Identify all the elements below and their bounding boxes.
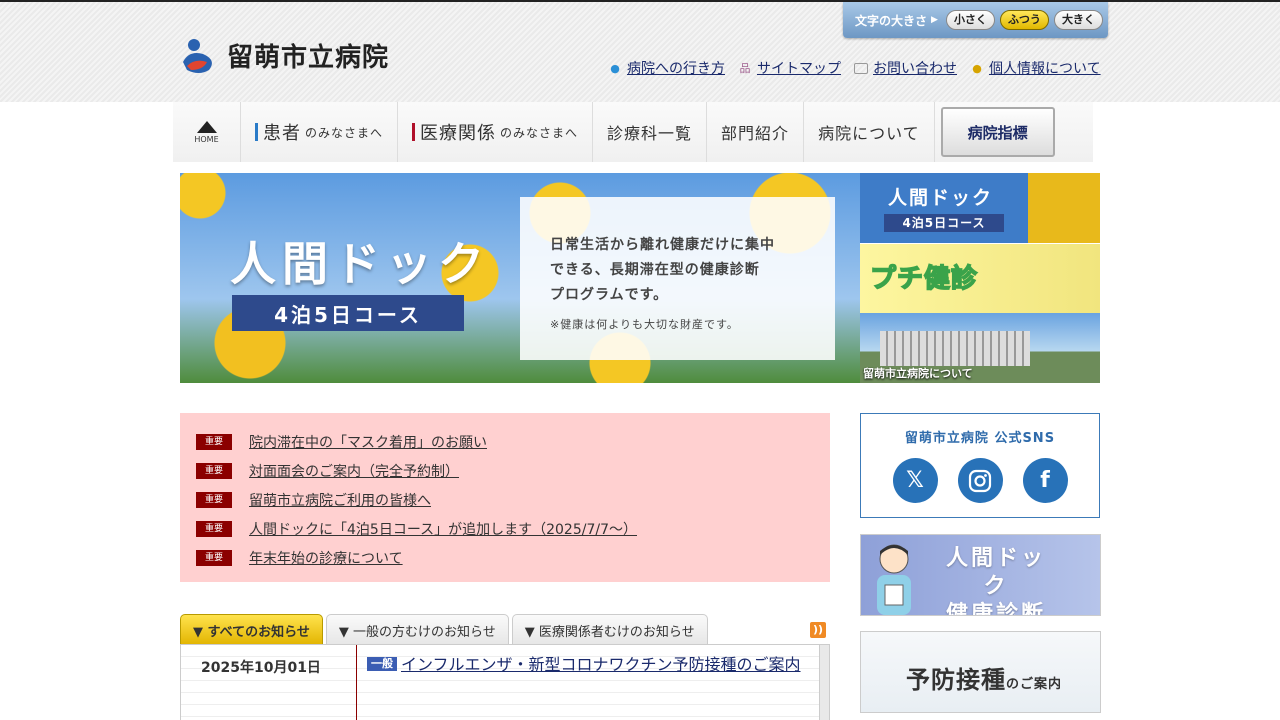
nav-medical[interactable]: 医療関係 のみなさまへ — [398, 102, 594, 162]
facebook-icon[interactable]: f — [1022, 458, 1068, 503]
promo-dock-checkup[interactable]: 人間ドック 健康診断 — [860, 534, 1101, 616]
person-icon: ● — [972, 61, 982, 75]
notice-link[interactable]: 人間ドックに「4泊5日コース」が追加します（2025/7/7～） — [249, 519, 637, 539]
site-logo[interactable]: 留萌市立病院 — [181, 35, 389, 75]
notice-item: 重要 院内滞在中の「マスク着用」のお願い — [196, 427, 830, 456]
nav-accent-bar — [412, 123, 416, 141]
font-size-label: 文字の大きさ — [855, 13, 928, 28]
mail-icon — [854, 62, 868, 74]
thumb-petit-checkup[interactable]: プチ健診 — [860, 243, 1100, 313]
triangle-right-icon: ▶ — [931, 15, 938, 25]
general-badge: 一般 — [367, 657, 397, 671]
important-badge: 重要 — [196, 549, 232, 566]
nav-patients[interactable]: 患者 のみなさまへ — [241, 102, 399, 162]
privacy-link[interactable]: ● 個人情報について — [970, 58, 1100, 78]
notice-link[interactable]: 院内滞在中の「マスク着用」のお願い — [249, 432, 487, 452]
important-badge: 重要 — [196, 520, 232, 537]
notice-link[interactable]: 留萌市立病院ご利用の皆様へ — [249, 490, 431, 510]
important-badge: 重要 — [196, 462, 232, 479]
notice-item: 重要 人間ドックに「4泊5日コース」が追加します（2025/7/7～） — [196, 514, 830, 543]
home-icon — [196, 120, 217, 133]
nav-hospital-index-button[interactable]: 病院指標 — [940, 107, 1055, 157]
hero-banner[interactable]: 人間ドック 4泊5日コース 日常生活から離れ健康だけに集中 できる、長期滞在型の… — [180, 173, 860, 383]
hero-note: ※健康は何よりも大切な財産です。 — [550, 318, 739, 331]
nav-divisions[interactable]: 部門紹介 — [707, 102, 805, 162]
notice-link[interactable]: 対面面会のご案内（完全予約制） — [249, 461, 459, 481]
tab-all-news[interactable]: ▼ すべてのお知らせ — [180, 614, 323, 645]
news-list: 2025年10月01日 一般 インフルエンザ・新型コロナワクチン予防接種のご案内 — [180, 644, 830, 720]
hero-textbox: 日常生活から離れ健康だけに集中 できる、長期滞在型の健康診断 プログラムです。 … — [520, 197, 835, 360]
news-scrollbar[interactable] — [819, 645, 829, 720]
important-badge: 重要 — [196, 491, 232, 508]
promo-vaccination[interactable]: 予防接種のご案内 — [860, 631, 1101, 713]
tab-medical-news[interactable]: ▼ 医療関係者むけのお知らせ — [511, 614, 708, 645]
hero-thumbnails: 人間ドック 4泊5日コース プチ健診 留萌市立病院について — [860, 173, 1100, 383]
nav-accent-bar — [255, 123, 258, 141]
notice-item: 重要 年末年始の診療について — [196, 543, 830, 572]
font-size-small-button[interactable]: 小さく — [945, 10, 995, 30]
news-tabs: ▼ すべてのお知らせ ▼ 一般の方むけのお知らせ ▼ 医療関係者むけのお知らせ — [180, 614, 711, 645]
news-divider — [356, 645, 357, 720]
sns-box: 留萌市立病院 公式SNS 𝕏 f — [860, 413, 1100, 518]
instagram-icon[interactable] — [957, 458, 1003, 503]
promo-vaccine-text: 予防接種のご案内 — [906, 666, 1063, 694]
contact-link[interactable]: お問い合わせ — [854, 58, 957, 78]
x-icon[interactable]: 𝕏 — [892, 458, 938, 503]
logo-mark-icon — [183, 39, 212, 73]
hero-description: 日常生活から離れ健康だけに集中 できる、長期滞在型の健康診断 プログラムです。 — [550, 237, 775, 303]
notice-link[interactable]: 年末年始の診療について — [249, 548, 403, 568]
font-size-switcher: 文字の大きさ ▶ 小さく ふつう 大きく — [843, 2, 1108, 38]
tab-general-news[interactable]: ▼ 一般の方むけのお知らせ — [325, 614, 509, 645]
news-item: 一般 インフルエンザ・新型コロナワクチン予防接種のご案内 — [367, 653, 807, 677]
nav-home[interactable]: HOME — [173, 102, 241, 162]
promo-dock-text: 人間ドック 健康診断 — [945, 546, 1046, 616]
important-notices: 重要 院内滞在中の「マスク着用」のお願い 重要 対面面会のご案内（完全予約制） … — [180, 413, 830, 582]
notice-item: 重要 対面面会のご案内（完全予約制） — [196, 456, 830, 485]
hero-course: 4泊5日コース — [232, 295, 464, 331]
sitemap-icon: 品 — [739, 62, 751, 75]
map-pin-icon: ● — [610, 61, 620, 75]
thumb-about-hospital[interactable]: 留萌市立病院について — [860, 313, 1100, 383]
nav-departments[interactable]: 診療科一覧 — [593, 102, 708, 162]
global-nav: HOME 患者 のみなさまへ 医療関係 のみなさまへ 診療科一覧 部門紹介 病院… — [173, 102, 1093, 162]
font-size-large-button[interactable]: 大きく — [1053, 10, 1103, 30]
notice-item: 重要 留萌市立病院ご利用の皆様へ — [196, 485, 830, 514]
nurse-illustration-icon — [877, 544, 911, 615]
nav-about[interactable]: 病院について — [804, 102, 935, 162]
news-date: 2025年10月01日 — [201, 660, 321, 676]
site-name: 留萌市立病院 — [227, 42, 390, 73]
important-badge: 重要 — [196, 433, 232, 450]
instagram-glyph-icon — [968, 469, 992, 492]
sns-title: 留萌市立病院 公式SNS — [904, 431, 1056, 446]
utility-links: ● 病院への行き方 品 サイトマップ お問い合わせ ● 個人情報について — [608, 58, 1100, 78]
hero-title: 人間ドック — [230, 237, 490, 291]
news-link[interactable]: インフルエンザ・新型コロナワクチン予防接種のご案内 — [401, 655, 801, 674]
access-link[interactable]: ● 病院への行き方 — [608, 58, 725, 78]
sns-icons: 𝕏 f — [861, 458, 1099, 503]
font-size-normal-button[interactable]: ふつう — [999, 10, 1049, 30]
rss-icon[interactable]: )) — [810, 622, 826, 638]
hospital-building-image — [880, 331, 1030, 366]
thumb-dock[interactable]: 人間ドック 4泊5日コース — [860, 173, 1100, 243]
sitemap-link[interactable]: 品 サイトマップ — [738, 58, 842, 78]
site-header: 留萌市立病院 文字の大きさ ▶ 小さく ふつう 大きく ● 病院への行き方 品 … — [0, 0, 1280, 102]
